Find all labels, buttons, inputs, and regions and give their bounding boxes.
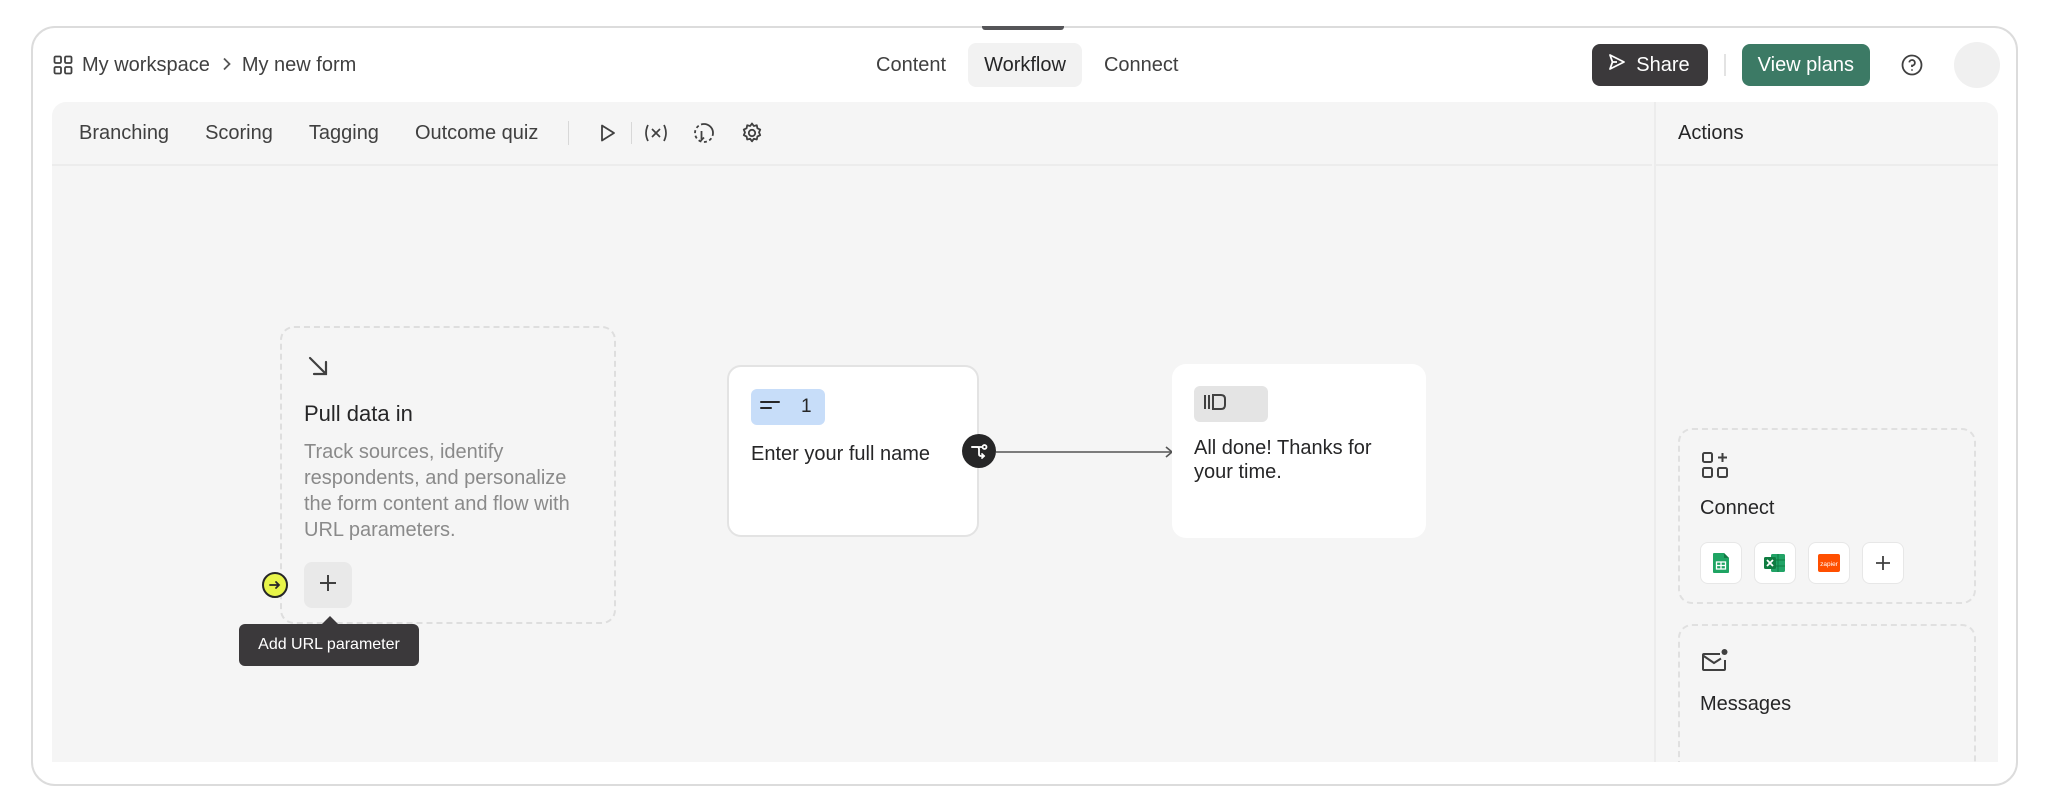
variable-icon[interactable] xyxy=(632,113,680,153)
header-actions: Share View plans xyxy=(1592,40,2000,90)
entry-point-icon[interactable] xyxy=(262,572,288,598)
workflow-toolbar: Branching Scoring Tagging Outcome quiz xyxy=(52,102,1652,166)
add-url-parameter-tooltip: Add URL parameter xyxy=(239,616,419,666)
toolbar-divider xyxy=(568,121,570,145)
chevron-right-icon xyxy=(222,54,232,77)
toolbar-tagging[interactable]: Tagging xyxy=(291,122,397,145)
plus-icon xyxy=(318,573,338,598)
toolbar-outcome-quiz[interactable]: Outcome quiz xyxy=(397,122,556,145)
pull-data-in-card: Pull data in Track sources, identify res… xyxy=(280,326,616,624)
toolbar-branching[interactable]: Branching xyxy=(52,122,187,145)
excel-icon[interactable] xyxy=(1754,542,1796,584)
header-divider xyxy=(1723,54,1726,76)
active-tab-indicator xyxy=(982,26,1064,30)
share-label: Share xyxy=(1636,53,1690,76)
send-icon xyxy=(1608,53,1626,77)
ending-node[interactable]: All done! Thanks for your time. xyxy=(1172,364,1426,538)
breadcrumb-form-name[interactable]: My new form xyxy=(242,54,356,77)
tab-content[interactable]: Content xyxy=(860,43,962,87)
top-bar: My workspace My new form Content Workflo… xyxy=(52,40,2000,90)
question-type-badge: 1 xyxy=(751,389,825,425)
breadcrumb-workspace-link[interactable]: My workspace xyxy=(82,54,210,77)
settings-icon[interactable] xyxy=(728,113,776,153)
google-sheets-icon[interactable] xyxy=(1700,542,1742,584)
branch-icon[interactable] xyxy=(962,434,996,468)
question-text: Enter your full name xyxy=(751,443,930,465)
question-number: 1 xyxy=(801,396,812,417)
play-icon[interactable] xyxy=(583,113,631,153)
workflow-workspace: Branching Scoring Tagging Outcome quiz A… xyxy=(52,102,1998,762)
integration-list: zapier xyxy=(1700,542,1954,584)
integrations-icon xyxy=(1700,452,1730,484)
breadcrumb: My workspace My new form xyxy=(52,40,356,90)
pull-data-title: Pull data in xyxy=(304,401,413,426)
tab-workflow[interactable]: Workflow xyxy=(968,43,1082,87)
messages-action-card[interactable]: Messages xyxy=(1678,624,1976,762)
ending-screen-icon xyxy=(1202,392,1228,417)
pull-data-description: Track sources, identify respondents, and… xyxy=(304,441,570,541)
actions-panel: Actions Connect zapier Messages xyxy=(1654,102,1998,762)
messages-title: Messages xyxy=(1700,693,1792,715)
connect-title: Connect xyxy=(1700,497,1775,519)
workspace-grid-icon[interactable] xyxy=(52,54,74,76)
logic-loop-icon[interactable] xyxy=(680,113,728,153)
mail-notification-icon xyxy=(1700,649,1730,680)
ending-type-badge xyxy=(1194,386,1268,422)
main-tabs: Content Workflow Connect xyxy=(860,43,1194,87)
ending-text: All done! Thanks for your time. xyxy=(1194,437,1372,483)
arrow-down-right-icon xyxy=(304,356,332,384)
add-integration-icon[interactable] xyxy=(1862,542,1904,584)
avatar[interactable] xyxy=(1954,42,2000,88)
zapier-logo-text: zapier xyxy=(1820,561,1839,568)
flow-connector-arrow xyxy=(996,446,1174,458)
zapier-icon[interactable]: zapier xyxy=(1808,542,1850,584)
toolbar-scoring[interactable]: Scoring xyxy=(187,122,291,145)
actions-panel-title: Actions xyxy=(1656,102,1998,166)
question-node[interactable]: 1 Enter your full name xyxy=(727,365,979,537)
help-icon[interactable] xyxy=(1894,47,1930,83)
tab-connect[interactable]: Connect xyxy=(1088,43,1195,87)
short-text-icon xyxy=(759,398,781,417)
connect-action-card[interactable]: Connect zapier xyxy=(1678,428,1976,604)
share-button[interactable]: Share xyxy=(1592,44,1708,86)
add-url-parameter-button[interactable] xyxy=(304,562,352,608)
view-plans-button[interactable]: View plans xyxy=(1741,44,1870,86)
